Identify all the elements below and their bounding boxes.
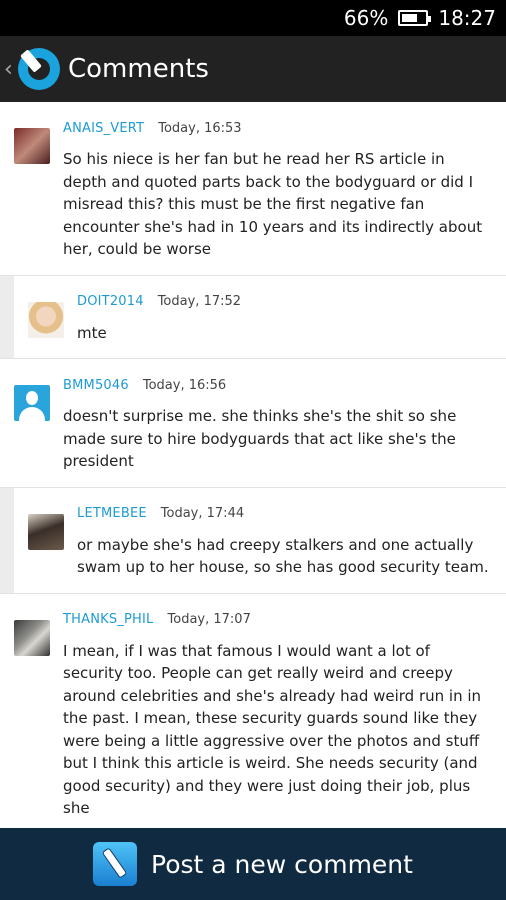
avatar[interactable] <box>28 301 64 338</box>
avatar[interactable] <box>14 128 50 164</box>
battery-percent: 66% <box>343 6 389 30</box>
comment-time: Today, 17:44 <box>160 506 245 521</box>
default-avatar-icon[interactable] <box>14 385 50 421</box>
battery-icon <box>398 10 432 26</box>
comment-username[interactable]: DOIT2014 <box>77 294 144 309</box>
comment-text: I mean, if I was that famous I would wan… <box>63 641 482 818</box>
page-title: Comments <box>68 54 209 84</box>
comment-username[interactable]: LETMEBEE <box>77 506 147 521</box>
status-bar: 66% 18:27 <box>0 0 506 36</box>
comment-reply[interactable]: DOIT2014 Today, 17:52 mte <box>0 275 506 359</box>
comment-reply[interactable]: LETMEBEE Today, 17:44 or maybe she's had… <box>0 487 506 594</box>
clock: 18:27 <box>438 6 496 30</box>
comment-time: Today, 17:52 <box>157 294 242 309</box>
comment-list[interactable]: ANAIS_VERT Today, 16:53 So his niece is … <box>0 102 506 828</box>
comment-text: doesn't surprise me. she thinks she's th… <box>63 407 457 470</box>
comment-text: mte <box>77 323 107 342</box>
comment[interactable]: THANKS_PHIL Today, 17:07 I mean, if I wa… <box>0 594 506 829</box>
post-comment-button[interactable]: Post a new comment <box>0 828 506 900</box>
comment[interactable]: BMM5046 Today, 16:56 doesn't surprise me… <box>0 359 506 488</box>
post-comment-label: Post a new comment <box>151 849 413 879</box>
back-icon[interactable]: ‹ <box>4 57 16 82</box>
comment-username[interactable]: BMM5046 <box>63 378 129 393</box>
app-logo-icon[interactable] <box>18 48 60 90</box>
avatar[interactable] <box>28 513 64 550</box>
comment-text: or maybe she's had creepy stalkers and o… <box>77 535 489 577</box>
comment-time: Today, 17:07 <box>167 612 251 627</box>
comment-username[interactable]: ANAIS_VERT <box>63 121 144 136</box>
comment-time: Today, 16:53 <box>158 120 242 136</box>
comment[interactable]: ANAIS_VERT Today, 16:53 So his niece is … <box>0 102 506 276</box>
avatar[interactable] <box>14 619 50 656</box>
pencil-icon <box>93 842 138 886</box>
comment-text: So his niece is her fan but he read her … <box>63 150 483 258</box>
app-bar: ‹ Comments <box>0 36 506 102</box>
comment-time: Today, 16:56 <box>142 377 227 393</box>
battery-level-fill <box>402 14 418 22</box>
comment-username[interactable]: THANKS_PHIL <box>63 612 154 627</box>
